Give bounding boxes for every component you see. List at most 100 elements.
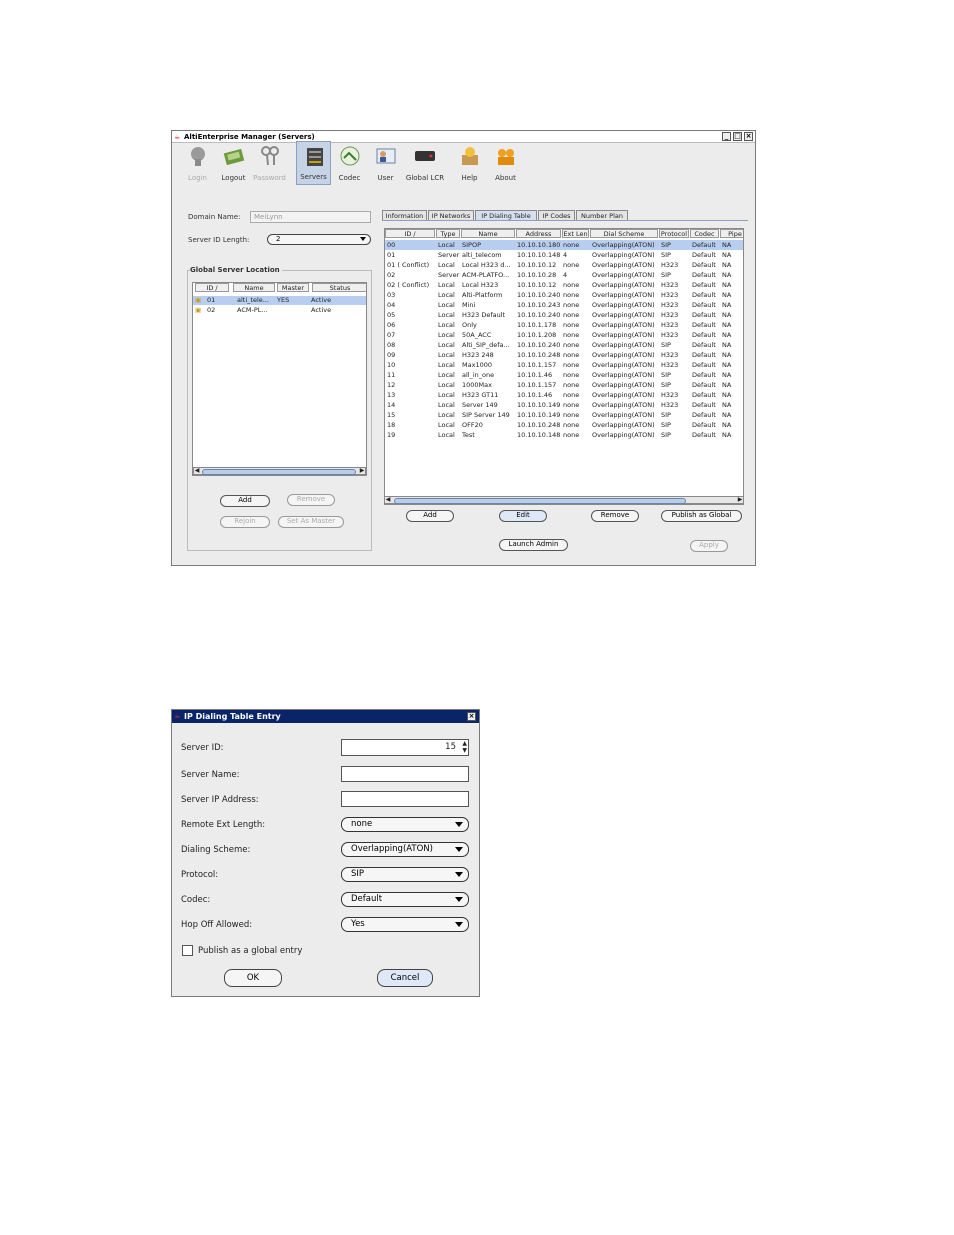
table-row[interactable]: 12 Local 1000Max 10.10.1.157 none Overlapping… bbox=[385, 380, 743, 390]
publish-as-global-button[interactable]: Publish as Global bbox=[661, 510, 742, 522]
table-add-button[interactable]: Add bbox=[406, 510, 454, 522]
toolbar-about-button[interactable]: About bbox=[488, 141, 523, 185]
table-row[interactable]: 15 Local SIP Server 149 10.10.10.149 none Ove… bbox=[385, 410, 743, 420]
dialing-scheme-select[interactable]: Overlapping(ATON) bbox=[341, 842, 469, 857]
launch-admin-button[interactable]: Launch Admin bbox=[499, 539, 568, 551]
codec-select[interactable]: Default bbox=[341, 892, 469, 907]
gsl-horizontal-scrollbar[interactable]: ◀ ▶ bbox=[193, 467, 366, 475]
table-remove-button[interactable]: Remove bbox=[591, 510, 639, 522]
tab-ip-codes[interactable]: IP Codes bbox=[538, 210, 575, 220]
table-row[interactable]: 18 Local OFF20 10.10.10.248 none Overlapping(… bbox=[385, 420, 743, 430]
scroll-thumb[interactable] bbox=[394, 498, 686, 504]
hop-off-allowed-select[interactable]: Yes bbox=[341, 917, 469, 932]
apply-button[interactable]: Apply bbox=[690, 540, 728, 552]
gsl-set-master-button[interactable]: Set As Master bbox=[278, 516, 344, 528]
cell-type: Local bbox=[438, 391, 455, 399]
table-row[interactable]: 05 Local H323 Default 10.10.10.240 none Overl… bbox=[385, 310, 743, 320]
header-codec[interactable]: Codec bbox=[690, 229, 719, 238]
tab-ip-dialing-table[interactable]: IP Dialing Table bbox=[475, 210, 537, 220]
minimize-button[interactable]: _ bbox=[722, 132, 731, 141]
gsl-add-button[interactable]: Add bbox=[220, 495, 270, 507]
header-address[interactable]: Address bbox=[516, 229, 561, 238]
gsl-header-id[interactable]: ID / bbox=[195, 283, 229, 292]
publish-global-checkbox[interactable] bbox=[182, 945, 193, 956]
table-row[interactable]: 01 Server alti_telecom 10.10.10.148 4 Overlap… bbox=[385, 250, 743, 260]
table-row[interactable]: 07 Local 50A_ACC 10.10.1.208 none Overlapping… bbox=[385, 330, 743, 340]
table-row[interactable]: 06 Local Only 10.10.1.178 none Overlapping(AT… bbox=[385, 320, 743, 330]
cell-address: 10.10.1.46 bbox=[517, 391, 553, 399]
gsl-header-status[interactable]: Status bbox=[312, 283, 366, 292]
gsl-header-master[interactable]: Master bbox=[277, 283, 309, 292]
header-name[interactable]: Name bbox=[461, 229, 515, 238]
ok-button[interactable]: OK bbox=[224, 969, 282, 987]
toolbar-label: Logout bbox=[221, 174, 246, 182]
toolbar-help-button[interactable]: Help bbox=[452, 141, 487, 185]
gsl-remove-button[interactable]: Remove bbox=[287, 494, 335, 506]
table-row[interactable]: 02 ( Conflict) Local Local H323 10.10.10.12… bbox=[385, 280, 743, 290]
server-id-spinner[interactable]: 15 ▲ ▼ bbox=[341, 739, 469, 756]
table-row[interactable]: 04 Local Mini 10.10.10.243 none Overlapping(A… bbox=[385, 300, 743, 310]
table-horizontal-scrollbar[interactable]: ◀ ▶ bbox=[384, 496, 744, 504]
table-row[interactable]: 10 Local Max1000 10.10.1.157 none Overlapping… bbox=[385, 360, 743, 370]
table-row[interactable]: 11 Local all_in_one 10.10.1.46 none Overlappi… bbox=[385, 370, 743, 380]
scroll-left-icon[interactable]: ◀ bbox=[385, 497, 391, 503]
gsl-row[interactable]: ▣ 01 alti_tele... YES Active bbox=[193, 296, 366, 305]
table-row[interactable]: 03 Local Alti-Platform 10.10.10.240 none Over… bbox=[385, 290, 743, 300]
tab-information[interactable]: Information bbox=[382, 210, 427, 220]
table-row[interactable]: 19 Local Test 10.10.10.148 none Overlapping(A… bbox=[385, 430, 743, 440]
table-row[interactable]: 02 Server ACM-PLATFO... 10.10.10.28 4 Overlap… bbox=[385, 270, 743, 280]
table-row[interactable]: 09 Local H323 248 10.10.10.248 none Overlappi… bbox=[385, 350, 743, 360]
table-row[interactable]: 00 Local SIPOP 10.10.10.180 none Overlapping(… bbox=[385, 240, 743, 250]
dialog-close-button[interactable]: × bbox=[467, 712, 476, 721]
cell-name: alti_telecom bbox=[462, 251, 502, 259]
maximize-button[interactable]: □ bbox=[733, 132, 742, 141]
header-dial-scheme[interactable]: Dial Scheme bbox=[590, 229, 658, 238]
table-row[interactable]: 13 Local H323 GT11 10.10.1.46 none Overlappin… bbox=[385, 390, 743, 400]
server-ip-field[interactable] bbox=[341, 791, 469, 807]
spinner-up-icon[interactable]: ▲ bbox=[462, 740, 467, 747]
header-ext-len[interactable]: Ext Len bbox=[562, 229, 589, 238]
protocol-select[interactable]: SIP bbox=[341, 867, 469, 882]
scroll-right-icon[interactable]: ▶ bbox=[737, 497, 743, 503]
header-id[interactable]: ID / bbox=[385, 229, 435, 238]
toolbar-servers-button[interactable]: Servers bbox=[296, 141, 331, 185]
toolbar-logout-button[interactable]: Logout bbox=[216, 141, 251, 185]
cell-id: 03 bbox=[387, 291, 396, 299]
header-pipe[interactable]: Pipe bbox=[720, 229, 743, 238]
server-name-field[interactable] bbox=[341, 766, 469, 782]
spinner-down-icon[interactable]: ▼ bbox=[462, 747, 467, 754]
scroll-left-icon[interactable]: ◀ bbox=[194, 468, 200, 474]
cell-ext-len: 4 bbox=[563, 251, 568, 259]
scroll-right-icon[interactable]: ▶ bbox=[359, 468, 365, 474]
cell-codec: Default bbox=[692, 411, 716, 419]
toolbar-codec-button[interactable]: Codec bbox=[332, 141, 367, 185]
tab-ip-networks[interactable]: IP Networks bbox=[428, 210, 474, 220]
gsl-header-name[interactable]: Name bbox=[233, 283, 275, 292]
toolbar-global-lcr-button[interactable]: Global LCR bbox=[404, 141, 446, 185]
scroll-thumb[interactable] bbox=[202, 469, 356, 475]
gsl-rejoin-button[interactable]: Rejoin bbox=[220, 516, 270, 528]
domain-name-field[interactable]: MeiLynn bbox=[250, 211, 371, 223]
cell-name: 50A_ACC bbox=[462, 331, 492, 339]
toolbar-password-button[interactable]: Password bbox=[252, 141, 287, 185]
table-row[interactable]: 08 Local Alti_SIP_defa... 10.10.10.240 none O… bbox=[385, 340, 743, 350]
gsl-row[interactable]: ▣ 02 ACM-PL... Active bbox=[193, 306, 366, 315]
server-id-length-select[interactable]: 2 bbox=[267, 234, 371, 245]
tab-number-plan[interactable]: Number Plan bbox=[576, 210, 628, 220]
table-row[interactable]: 14 Local Server 149 10.10.10.149 none Overlap… bbox=[385, 400, 743, 410]
table-edit-button[interactable]: Edit bbox=[499, 510, 547, 522]
gsl-cell-name: alti_tele... bbox=[237, 296, 269, 304]
login-icon bbox=[191, 147, 205, 166]
header-type[interactable]: Type bbox=[436, 229, 460, 238]
cell-pipe: NA bbox=[722, 271, 732, 279]
toolbar-label: User bbox=[377, 174, 394, 182]
cell-type: Local bbox=[438, 401, 455, 409]
table-row[interactable]: 01 ( Conflict) Local Local H323 d... 10.10.… bbox=[385, 260, 743, 270]
cell-codec: Default bbox=[692, 291, 716, 299]
toolbar-login-button[interactable]: Login bbox=[180, 141, 215, 185]
cancel-button[interactable]: Cancel bbox=[377, 969, 433, 987]
toolbar-user-button[interactable]: User bbox=[368, 141, 403, 185]
remote-ext-length-select[interactable]: none bbox=[341, 817, 469, 832]
close-button[interactable]: × bbox=[744, 132, 753, 141]
header-protocol[interactable]: Protocol bbox=[659, 229, 689, 238]
